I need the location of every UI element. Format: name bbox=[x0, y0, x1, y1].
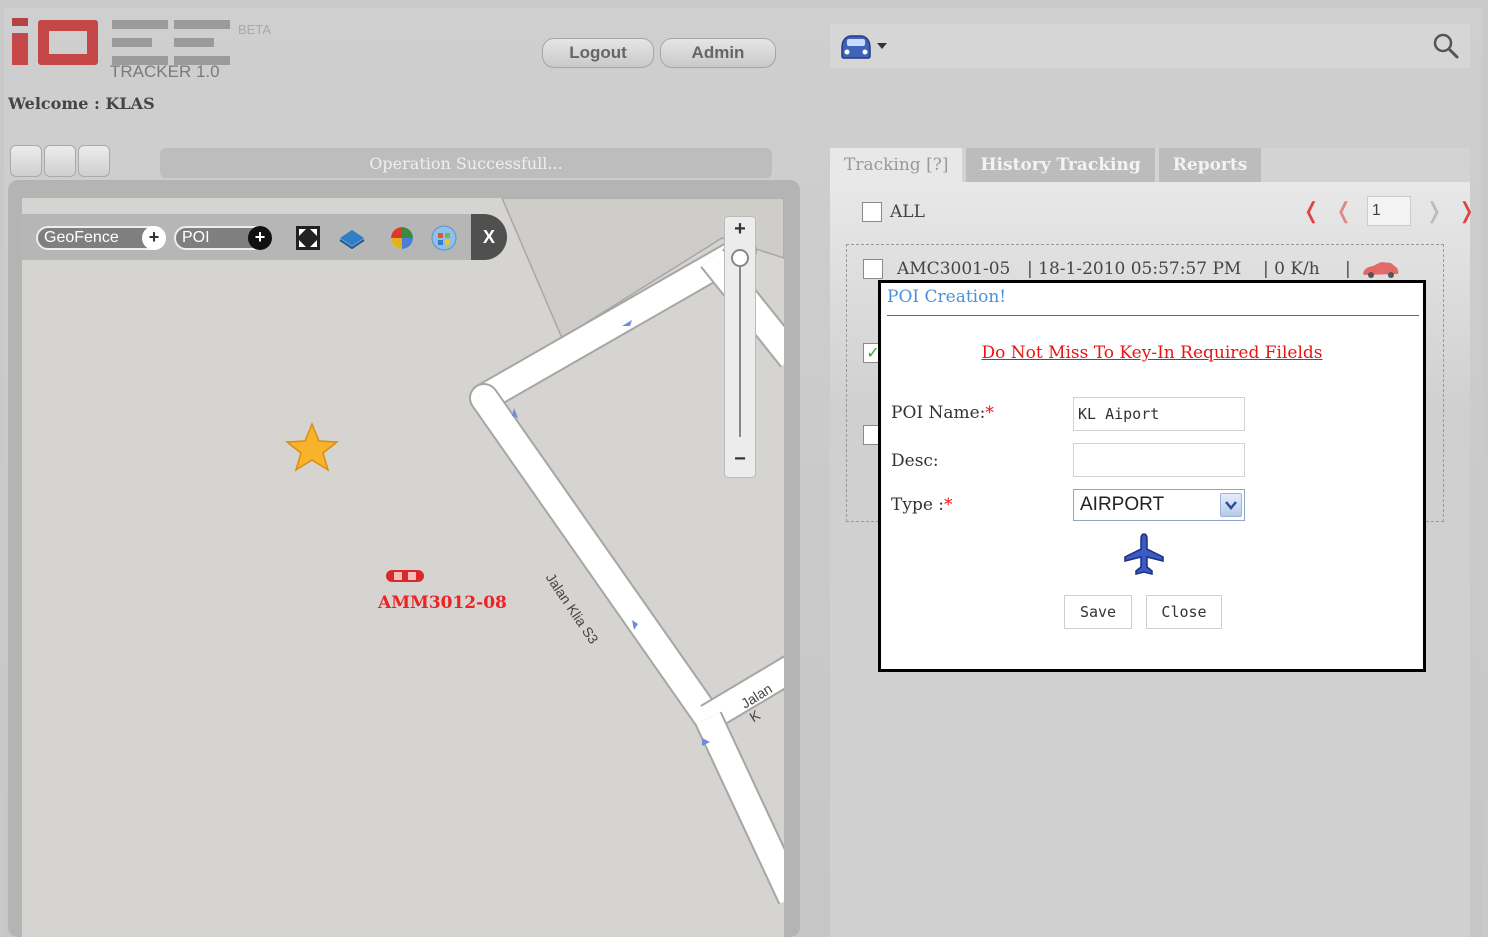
tab-tracking[interactable]: Tracking [?] bbox=[830, 148, 963, 182]
layout-view-buttons bbox=[10, 145, 110, 177]
page-number-input[interactable] bbox=[1366, 196, 1411, 226]
airplane-icon bbox=[1124, 533, 1164, 575]
zoom-out-button[interactable]: − bbox=[725, 447, 755, 471]
zoom-in-button[interactable]: + bbox=[725, 217, 755, 241]
select-all-label: ALL bbox=[890, 202, 925, 222]
car-icon bbox=[1362, 262, 1399, 278]
welcome-text: Welcome : KLAS bbox=[8, 94, 155, 113]
layout-stacked-button[interactable] bbox=[78, 145, 110, 177]
type-selected-value: AIRPORT bbox=[1080, 494, 1165, 515]
tab-history-tracking[interactable]: History Tracking bbox=[966, 148, 1155, 182]
add-icon: + bbox=[248, 226, 272, 250]
tab-reports[interactable]: Reports bbox=[1158, 148, 1262, 182]
idee-logo: BETA bbox=[12, 18, 271, 68]
beta-badge: BETA bbox=[238, 22, 271, 37]
map-toolbar: GeoFence + POI + X bbox=[22, 214, 507, 260]
separator: | bbox=[1345, 259, 1351, 279]
panel-tabs: Tracking [?] History Tracking Reports bbox=[830, 148, 1262, 182]
search-icon[interactable] bbox=[1432, 32, 1460, 60]
first-page-button[interactable]: ❬ bbox=[1302, 198, 1320, 224]
star-icon bbox=[284, 422, 340, 472]
required-mark: * bbox=[944, 495, 953, 515]
poi-creation-dialog: POI Creation! Do Not Miss To Key-In Requ… bbox=[878, 280, 1426, 672]
status-message: Operation Successfull... bbox=[160, 148, 772, 178]
desc-input[interactable] bbox=[1073, 443, 1245, 477]
pager: ❬ ❬ ❭ ❭ bbox=[1302, 196, 1476, 226]
add-icon: + bbox=[142, 226, 166, 250]
vehicle-label: AMM3012-08 bbox=[378, 593, 507, 613]
vehicle-speed: | 0 K/h bbox=[1263, 259, 1320, 279]
chevron-down-icon bbox=[877, 43, 887, 49]
list-item[interactable]: AMC3001-05 | 18-1-2010 05:57:57 PM | 0 K… bbox=[863, 259, 1401, 279]
desc-label: Desc: bbox=[891, 451, 939, 471]
vehicle-id: AMC3001-05 bbox=[897, 259, 1011, 279]
required-fields-warning: Do Not Miss To Key-In Required Filelds bbox=[981, 343, 1323, 363]
virtual-earth-icon[interactable] bbox=[430, 224, 458, 252]
prev-page-button[interactable]: ❬ bbox=[1334, 198, 1352, 224]
geofence-label: GeoFence bbox=[44, 229, 119, 246]
vehicle-marker-icon bbox=[386, 570, 424, 582]
layers-icon[interactable] bbox=[338, 224, 366, 252]
vehicle-checkbox[interactable] bbox=[863, 259, 883, 279]
app-version: TRACKER 1.0 bbox=[110, 62, 220, 81]
type-label-text: Type : bbox=[891, 495, 945, 515]
zoom-control: + − bbox=[724, 216, 756, 478]
save-button[interactable]: Save bbox=[1064, 595, 1132, 629]
vehicle-filter-dropdown[interactable] bbox=[836, 30, 890, 62]
logout-button[interactable]: Logout bbox=[542, 38, 654, 68]
select-all-row: ALL bbox=[862, 202, 925, 222]
map-roads bbox=[284, 198, 784, 905]
next-page-button[interactable]: ❭ bbox=[1425, 198, 1443, 224]
geofence-button[interactable]: GeoFence + bbox=[36, 226, 166, 250]
dialog-divider bbox=[887, 315, 1419, 316]
fullscreen-icon[interactable] bbox=[294, 224, 322, 252]
zoom-slider-handle[interactable] bbox=[731, 249, 749, 267]
close-button[interactable]: Close bbox=[1146, 595, 1222, 629]
required-mark: * bbox=[985, 403, 994, 423]
chevron-down-icon[interactable] bbox=[1220, 493, 1242, 517]
poi-name-label: POI Name:* bbox=[891, 403, 994, 423]
vehicle-timestamp: | 18-1-2010 05:57:57 PM bbox=[1027, 259, 1242, 279]
poi-name-label-text: POI Name: bbox=[891, 403, 986, 423]
poi-button[interactable]: POI + bbox=[174, 226, 272, 250]
zoom-track[interactable] bbox=[739, 257, 741, 437]
car-icon bbox=[841, 35, 871, 59]
admin-button[interactable]: Admin bbox=[660, 38, 776, 68]
map-canvas[interactable]: Jalan Klia S3 Jalan K AMM3012-08 GeoFenc… bbox=[22, 198, 784, 937]
type-label: Type :* bbox=[891, 495, 953, 515]
map-frame: Jalan Klia S3 Jalan K AMM3012-08 GeoFenc… bbox=[8, 180, 800, 937]
search-bar bbox=[830, 24, 1470, 68]
poi-label: POI bbox=[182, 229, 210, 246]
dialog-title: POI Creation! bbox=[887, 287, 1007, 307]
type-select[interactable]: AIRPORT bbox=[1073, 489, 1245, 521]
poi-name-input[interactable] bbox=[1073, 397, 1245, 431]
layout-single-button[interactable] bbox=[10, 145, 42, 177]
layout-split-button[interactable] bbox=[44, 145, 76, 177]
select-all-checkbox[interactable] bbox=[862, 202, 882, 222]
google-maps-icon[interactable] bbox=[388, 224, 416, 252]
last-page-button[interactable]: ❭ bbox=[1457, 198, 1475, 224]
